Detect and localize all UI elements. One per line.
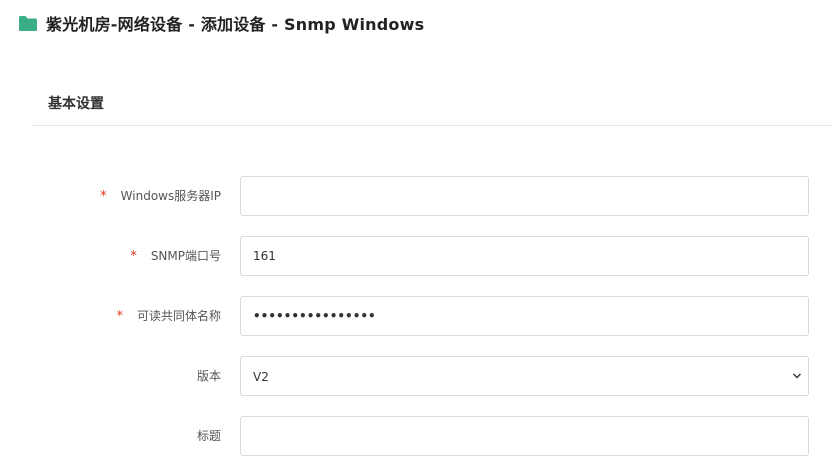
form-row-community: * 可读共同体名称 [0, 296, 832, 336]
form-row-version: 版本 V2 [0, 356, 832, 396]
required-mark: * [116, 309, 123, 324]
windows-ip-label-text: Windows服务器IP [120, 189, 221, 203]
snmp-port-input[interactable] [240, 236, 809, 276]
snmp-port-label: * SNMP端口号 [130, 236, 221, 276]
required-mark: * [100, 189, 107, 204]
section-title: 基本设置 [48, 96, 104, 112]
page-header: 紫光机房-网络设备 - 添加设备 - Snmp Windows [18, 12, 424, 34]
community-label-text: 可读共同体名称 [136, 309, 221, 323]
title-label: 标题 [196, 429, 221, 443]
community-password-input[interactable] [240, 296, 809, 336]
page-title: 紫光机房-网络设备 - 添加设备 - Snmp Windows [46, 15, 425, 34]
windows-ip-input[interactable] [240, 176, 809, 216]
snmp-port-label-text: SNMP端口号 [150, 249, 221, 263]
chevron-down-icon [793, 373, 801, 379]
version-select[interactable]: V2 [240, 356, 809, 396]
windows-ip-label: * Windows服务器IP [100, 176, 221, 216]
add-device-page: 紫光机房-网络设备 - 添加设备 - Snmp Windows 基本设置 * Wi… [0, 0, 832, 466]
folder-icon [19, 15, 37, 31]
required-mark: * [130, 249, 137, 264]
title-input[interactable] [240, 416, 809, 456]
form-row-windows-ip: * Windows服务器IP [0, 176, 832, 216]
version-label: 版本 [196, 369, 221, 383]
section-divider [32, 125, 832, 126]
form-row-title: 标题 [0, 416, 832, 456]
community-label: * 可读共同体名称 [116, 296, 221, 336]
form-row-snmp-port: * SNMP端口号 [0, 236, 832, 276]
version-select-value: V2 [253, 370, 269, 384]
